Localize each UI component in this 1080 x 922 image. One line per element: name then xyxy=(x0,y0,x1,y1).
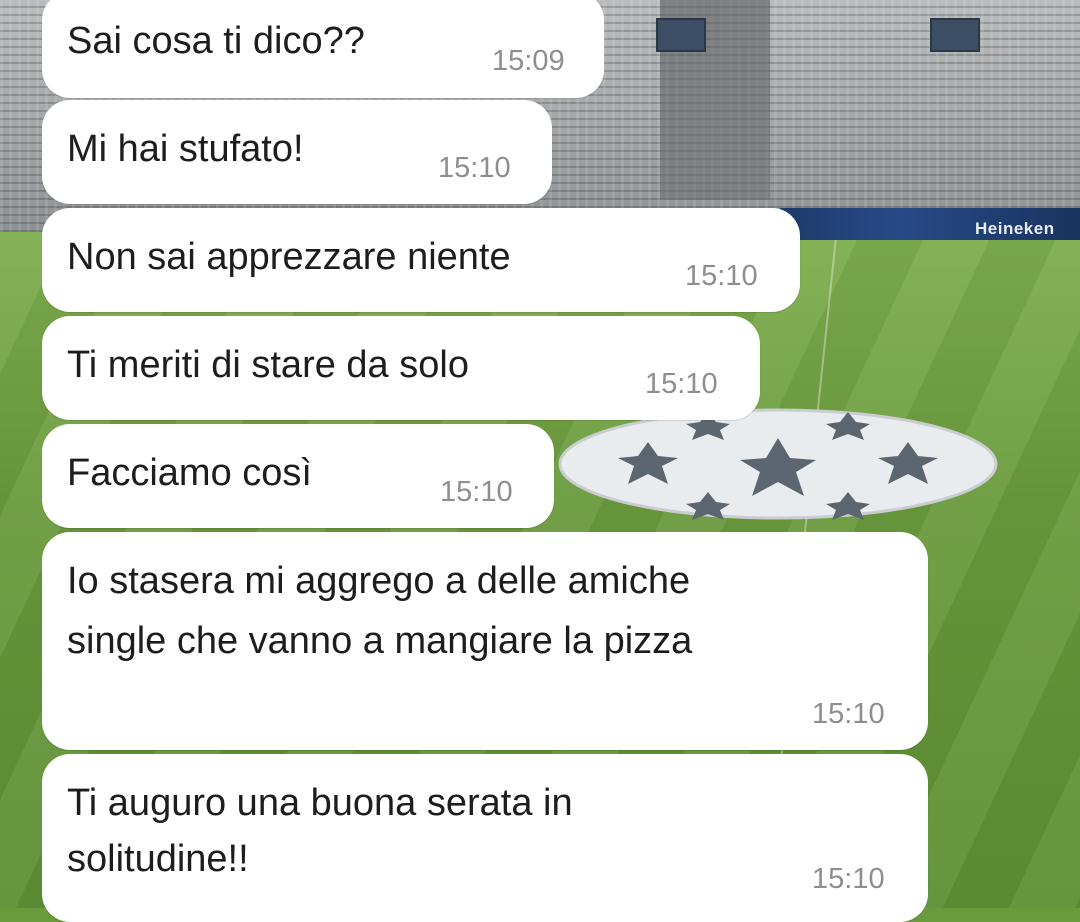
message-time: 15:09 xyxy=(492,45,565,77)
message-text: Sai cosa ti dico?? xyxy=(67,20,365,62)
message-bubble[interactable]: Ti meriti di stare da solo 15:10 xyxy=(42,316,760,420)
message-text-line: solitudine!! xyxy=(67,838,249,880)
stadium-box xyxy=(930,18,980,52)
message-text-line: single che vanno a mangiare la pizza xyxy=(67,620,693,662)
message-text: Mi hai stufato! xyxy=(67,128,304,170)
message-bubble[interactable]: Facciamo così 15:10 xyxy=(42,424,554,528)
message-bubble[interactable]: Ti auguro una buona serata in solitudine… xyxy=(42,754,928,922)
message-time: 15:10 xyxy=(812,698,885,730)
message-text: Non sai apprezzare niente xyxy=(67,236,511,278)
message-bubble[interactable]: Io stasera mi aggrego a delle amiche sin… xyxy=(42,532,928,750)
message-text: Facciamo così xyxy=(67,452,312,494)
bubble-tail xyxy=(52,0,92,10)
message-time: 15:10 xyxy=(440,476,513,508)
stadium-box xyxy=(656,18,706,52)
message-bubble[interactable]: Mi hai stufato! 15:10 xyxy=(42,100,552,204)
message-time: 15:10 xyxy=(645,368,718,400)
message-text: Ti meriti di stare da solo xyxy=(67,344,469,386)
message-text-line: Ti auguro una buona serata in xyxy=(67,782,573,824)
starball-logo-icon xyxy=(558,408,998,520)
advertising-text: Heineken xyxy=(975,219,1055,238)
message-text-line: Io stasera mi aggrego a delle amiche xyxy=(67,560,691,602)
message-time: 15:10 xyxy=(812,863,885,895)
message-bubble[interactable]: Sai cosa ti dico?? 15:09 xyxy=(42,0,604,98)
message-time: 15:10 xyxy=(438,152,511,184)
message-bubble[interactable]: Non sai apprezzare niente 15:10 xyxy=(42,208,800,312)
message-time: 15:10 xyxy=(685,260,758,292)
